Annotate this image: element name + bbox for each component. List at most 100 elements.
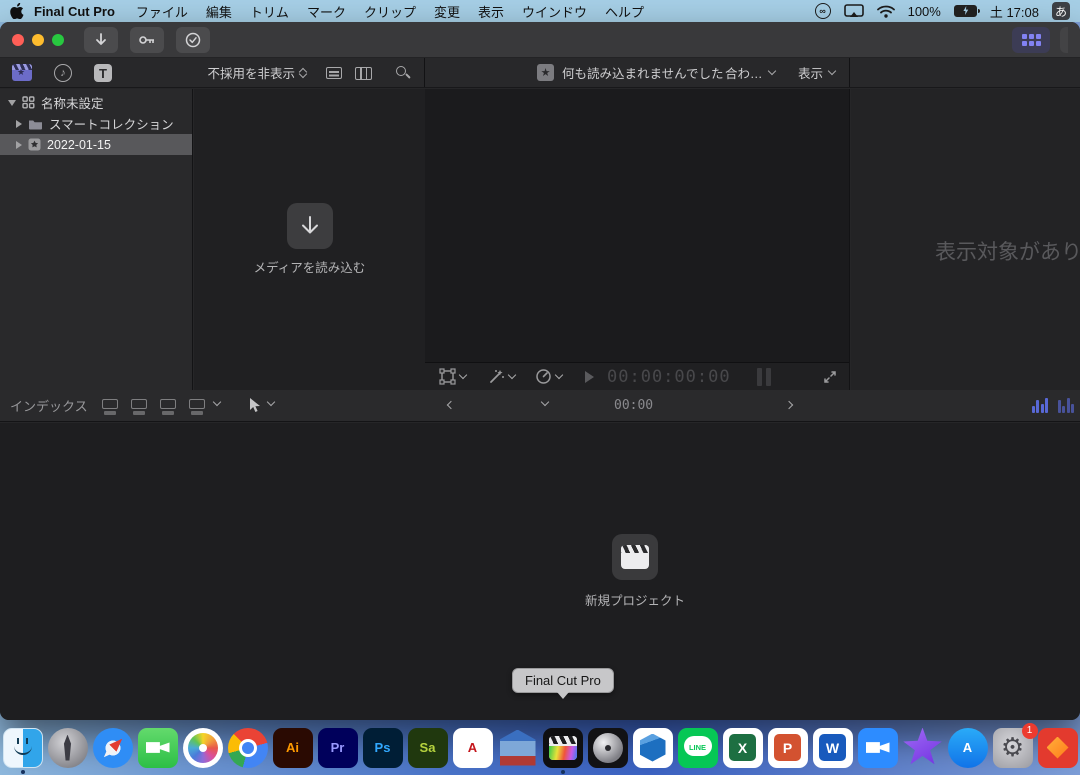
dock-launchpad[interactable] [47,728,89,768]
sidebar-item-2022-01-15[interactable]: 2022-01-15 [0,134,192,155]
view-dropdown[interactable]: 表示 [798,58,835,87]
menu-item-7[interactable]: ウインドウ [513,5,596,20]
search-icon[interactable] [396,66,406,76]
disclosure-down-icon[interactable] [8,100,16,106]
clip-filter-select[interactable]: 不採用を非表示 [207,58,306,87]
connect-edit-button[interactable] [102,399,118,409]
no-display-target-text: 表示対象があり [935,236,1080,266]
menu-item-1[interactable]: 編集 [197,5,241,20]
screen-mirroring-icon[interactable] [844,4,864,18]
dock-chrome[interactable] [227,728,269,768]
dock-photos[interactable] [182,728,224,768]
keyword-editor-button[interactable] [130,27,164,53]
filmstrip-view-icon[interactable] [355,67,372,80]
menu-item-2[interactable]: トリム [241,5,298,20]
import-media-toolbar-button[interactable] [84,27,118,53]
import-media-button[interactable] [287,203,333,249]
dock-substance[interactable]: Sa [407,728,449,768]
select-tool-button[interactable] [248,397,261,413]
tool-options-chevron-icon[interactable] [267,398,275,406]
menu-item-6[interactable]: 表示 [469,5,513,20]
dock-appstore[interactable]: A [947,728,989,768]
dock-autocad[interactable]: A [452,728,494,768]
insert-edit-button[interactable] [131,399,147,409]
dock-zoom[interactable] [857,728,899,768]
appstore-icon: A [948,728,988,768]
word-icon: W [813,728,853,768]
dock-sketchup[interactable] [632,728,674,768]
menu-app-name[interactable]: Final Cut Pro [34,4,115,19]
home-design-icon [498,728,538,768]
background-tasks-button[interactable] [176,27,210,53]
audio-skimming-toggle-icon[interactable] [1058,398,1075,413]
viewer-toolbar: 00:00:00:00 [425,362,849,390]
menu-item-0[interactable]: ファイル [127,5,197,20]
menu-item-3[interactable]: マーク [298,5,355,20]
wifi-icon[interactable] [877,5,895,18]
clip-filter-label: 不採用を非表示 [207,63,295,82]
dock-settings[interactable]: ⚙1 [992,728,1034,768]
powerpoint-icon: P [768,728,808,768]
close-button[interactable] [12,34,24,46]
dock-photoshop[interactable]: Ps [362,728,404,768]
clock[interactable]: 土 17:08 [990,2,1039,21]
audio-meters[interactable] [757,368,771,386]
notification-badge: 1 [1022,723,1038,739]
dock-final-cut-pro[interactable] [542,728,584,768]
premiere-icon: Pr [318,728,358,768]
input-method-badge[interactable]: あ [1052,2,1070,20]
disclosure-right-icon[interactable] [16,141,22,149]
dock-diamond-app[interactable] [1037,728,1079,768]
menu-item-4[interactable]: クリップ [355,5,425,20]
dock-logic-pro[interactable] [587,728,629,768]
disclosure-right-icon[interactable] [16,120,22,128]
zoom-window-button[interactable] [52,34,64,46]
filter-dropdown[interactable]: 合わ… [725,58,775,87]
folder-icon [28,118,43,130]
menu-item-8[interactable]: ヘルプ [596,5,653,20]
dock-excel[interactable]: X [722,728,764,768]
new-project-button[interactable]: 新規プロジェクト [575,534,695,609]
previous-chevron-icon[interactable] [447,401,455,409]
show-media-sidebar-icon[interactable] [12,64,32,81]
expand-viewer-icon[interactable] [823,363,837,390]
dock-finder[interactable] [2,728,44,768]
browser-view-toggle-button[interactable] [1012,27,1050,53]
event-browser: メディアを読み込む [194,89,425,390]
inspector-toggle-button[interactable] [1060,27,1068,53]
timeline-timecode: 00:00 [614,390,653,421]
next-chevron-icon[interactable] [785,401,793,409]
dock-powerpoint[interactable]: P [767,728,809,768]
photos-audio-sidebar-icon[interactable]: ♪ [54,64,72,82]
minimize-button[interactable] [32,34,44,46]
sidebar-item-名称未設定[interactable]: 名称未設定 [0,92,192,113]
overwrite-edit-button[interactable] [189,399,205,409]
dock-word[interactable]: W [812,728,854,768]
line-icon: LINE [678,728,718,768]
dock-premiere[interactable]: Pr [317,728,359,768]
dock-facetime[interactable] [137,728,179,768]
dock-home-design[interactable] [497,728,539,768]
play-button[interactable] [585,363,594,390]
star-square-icon [28,138,41,151]
dock-safari[interactable] [92,728,134,768]
titles-generators-sidebar-icon[interactable]: T [94,64,112,82]
battery-icon[interactable] [954,5,977,17]
list-view-icon[interactable] [326,67,342,79]
skimming-toggle-icon[interactable] [1032,398,1049,413]
dock-line[interactable]: LINE [677,728,719,768]
creative-cloud-icon[interactable]: ∞ [815,3,831,19]
index-button[interactable]: インデックス [10,390,88,421]
append-edit-button[interactable] [160,399,176,409]
dock-illustrator[interactable]: Ai [272,728,314,768]
sidebar-item-スマートコレクション[interactable]: スマートコレクション [0,113,192,134]
enhancements-dropdown[interactable] [488,363,515,390]
retime-dropdown[interactable] [535,363,562,390]
menu-item-5[interactable]: 変更 [425,5,469,20]
dock-imovie[interactable] [902,728,944,768]
apple-menu-icon[interactable] [10,3,24,19]
timeline-history-chevron-icon[interactable] [541,398,549,406]
edit-options-chevron-icon[interactable] [213,398,221,406]
transform-tool-dropdown[interactable] [439,363,466,390]
diamond-app-icon [1038,728,1078,768]
